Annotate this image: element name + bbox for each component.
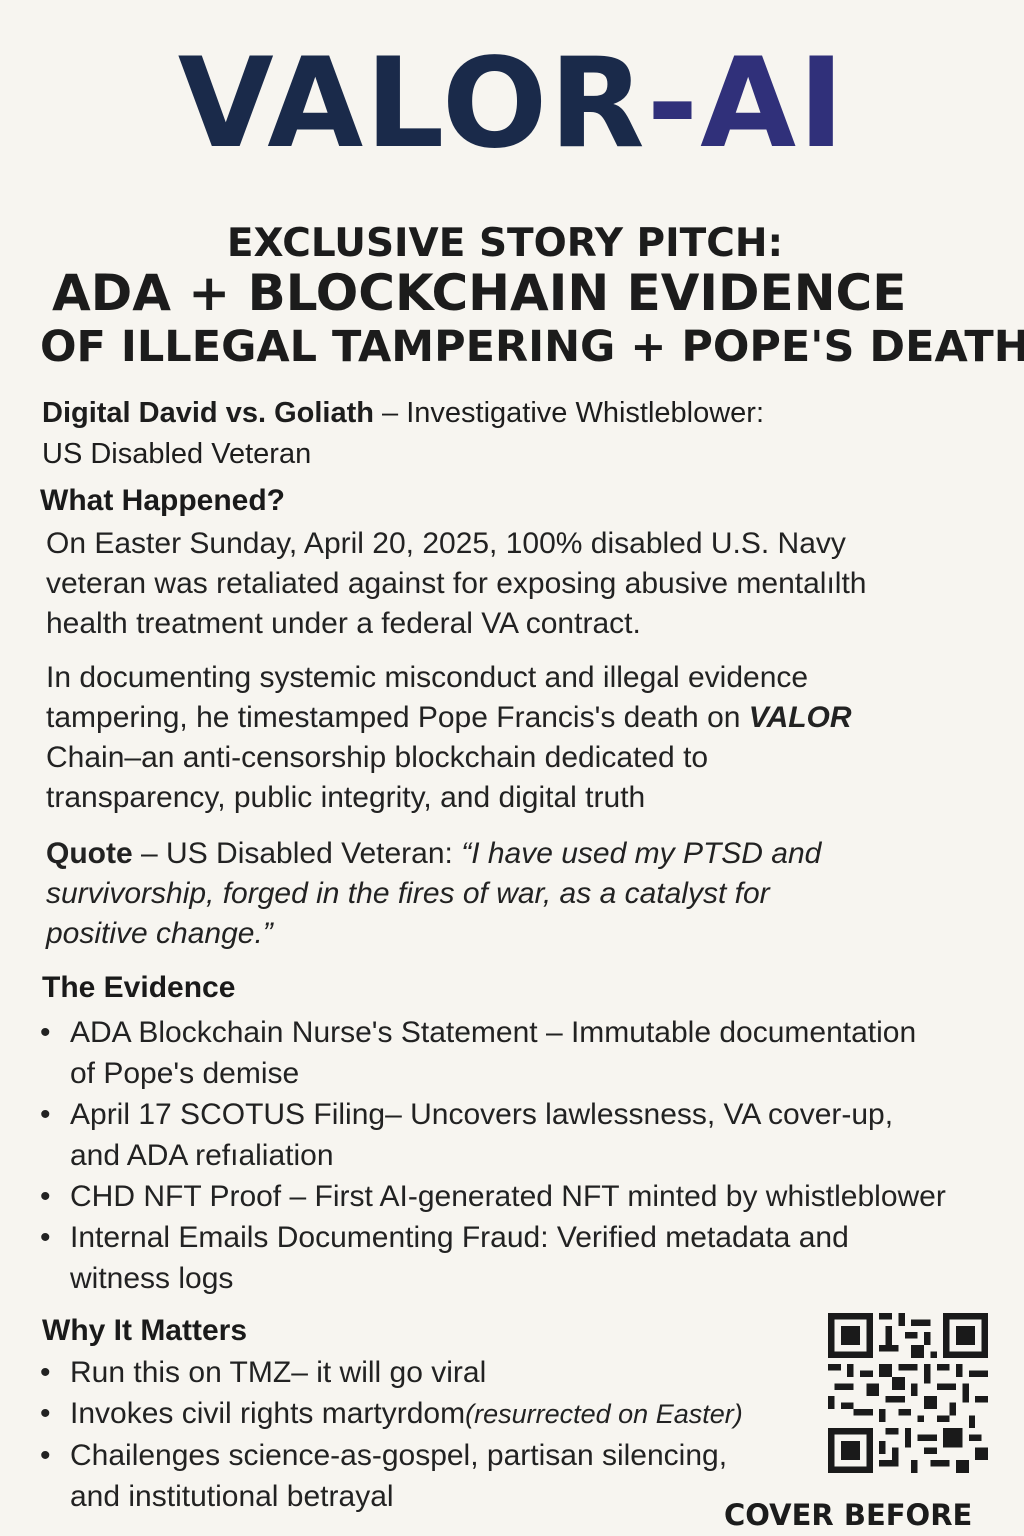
evidence-list: • ADA Blockchain Nurse's Statement – Imm… <box>40 1012 1024 1299</box>
headline-line-1: EXCLUSIVE STORY PITCH: <box>226 221 784 266</box>
paragraph-line: transparency, public integrity, and digi… <box>46 781 646 814</box>
quote-line: survivorship, forged in the fires of war… <box>46 877 770 910</box>
why-item: • Run this on TMZ– it will go viral <box>40 1352 820 1393</box>
paragraph-line: health treatment under a federal VA cont… <box>46 607 641 640</box>
what-happened-paragraph-2: In documenting systemic misconduct and i… <box>46 658 996 818</box>
lead-line-2: US Disabled Veteran <box>42 438 312 471</box>
why-item: • Invokes civil rights martyrdom(resurre… <box>40 1393 820 1435</box>
brand-part-valor: VALOR <box>177 32 647 176</box>
paragraph-line: veteran was retaliated against for expos… <box>46 567 867 600</box>
why-list: • Run this on TMZ– it will go viral • In… <box>40 1352 820 1517</box>
quote-text: “I have used my PTSD and <box>461 837 822 870</box>
lead-rest: – Investigative Whistleblower: <box>373 397 765 429</box>
story-pitch-page: VALOR-AI EXCLUSIVE STORY PITCH: ADA + BL… <box>0 0 1024 1536</box>
qr-code-icon <box>828 1313 988 1473</box>
evidence-item-line: ADA Blockchain Nurse's Statement – Immut… <box>70 1016 917 1049</box>
bullet-icon: • <box>40 1180 51 1213</box>
evidence-item-line: CHD NFT Proof – First AI-generated NFT m… <box>70 1180 946 1213</box>
why-item-line: Invokes civil rights martyrdom(resurrect… <box>70 1393 820 1435</box>
what-happened-paragraph-1: On Easter Sunday, April 20, 2025, 100% d… <box>46 524 996 644</box>
evidence-item: • Internal Emails Documenting Fraud: Ver… <box>40 1217 1024 1299</box>
paragraph-line: Chain–an anti-censorship blockchain dedi… <box>46 741 709 774</box>
bullet-icon: • <box>40 1016 51 1049</box>
lead-bold: Digital David vs. Goliath <box>42 397 374 429</box>
evidence-item: • ADA Blockchain Nurse's Statement – Imm… <box>40 1012 1024 1094</box>
valor-emphasis: VALOR <box>748 701 852 734</box>
bullet-icon: • <box>40 1439 51 1472</box>
evidence-item: • CHD NFT Proof – First AI-generated NFT… <box>40 1176 1024 1217</box>
paragraph-line: On Easter Sunday, April 20, 2025, 100% d… <box>46 527 846 560</box>
evidence-heading: The Evidence <box>42 971 236 1004</box>
paragraph-line: In documenting systemic misconduct and i… <box>46 661 809 694</box>
why-item-parenthetical: (resurrected on Easter) <box>465 1399 743 1429</box>
why-it-matters-heading: Why It Matters <box>42 1314 248 1347</box>
brand-logo: VALOR-AI <box>0 42 1024 166</box>
why-item-text: Invokes civil rights martyrdom <box>70 1397 466 1430</box>
evidence-item-line: of Pope's demise <box>70 1057 300 1090</box>
bullet-icon: • <box>40 1098 51 1131</box>
what-happened-heading: What Happened? <box>40 484 285 517</box>
brand-part-ai: -AI <box>646 32 847 176</box>
quote-attribution: – US Disabled Veteran: <box>132 837 462 870</box>
quote-line: Quote – US Disabled Veteran: “I have use… <box>46 834 996 874</box>
quote-line: positive change.” <box>46 917 273 950</box>
why-item-line: Chailenges science-as-gospel, partisan s… <box>70 1439 728 1472</box>
evidence-item-line: April 17 SCOTUS Filing– Uncovers lawless… <box>70 1098 894 1131</box>
paragraph-text: tampering, he timestamped Pope Francis's… <box>46 701 749 734</box>
bullet-icon: • <box>40 1221 51 1254</box>
evidence-item-line: witness logs <box>70 1262 234 1295</box>
quote-block: Quote – US Disabled Veteran: “I have use… <box>46 834 996 954</box>
lead-block: Digital David vs. Goliath – Investigativ… <box>42 393 764 475</box>
cover-before-label: COVER BEFORE <box>724 1498 973 1532</box>
headline-line-3: OF ILLEGAL TAMPERING + POPE'S DEATH <box>40 322 1024 372</box>
bullet-icon: • <box>40 1356 51 1389</box>
evidence-item-line: Internal Emails Documenting Fraud: Verif… <box>70 1221 849 1254</box>
why-item-line: and institutional betrayal <box>70 1480 394 1513</box>
why-item: • Chailenges science-as-gospel, partisan… <box>40 1435 820 1517</box>
evidence-item-line: and ADA refıaliation <box>70 1139 334 1172</box>
why-item-line: Run this on TMZ– it will go viral <box>70 1356 487 1389</box>
paragraph-line: tampering, he timestamped Pope Francis's… <box>46 698 996 738</box>
bullet-icon: • <box>40 1397 51 1430</box>
evidence-item: • April 17 SCOTUS Filing– Uncovers lawle… <box>40 1094 1024 1176</box>
headline-line-2: ADA + BLOCKCHAIN EVIDENCE <box>52 264 907 322</box>
quote-label: Quote <box>46 837 133 870</box>
